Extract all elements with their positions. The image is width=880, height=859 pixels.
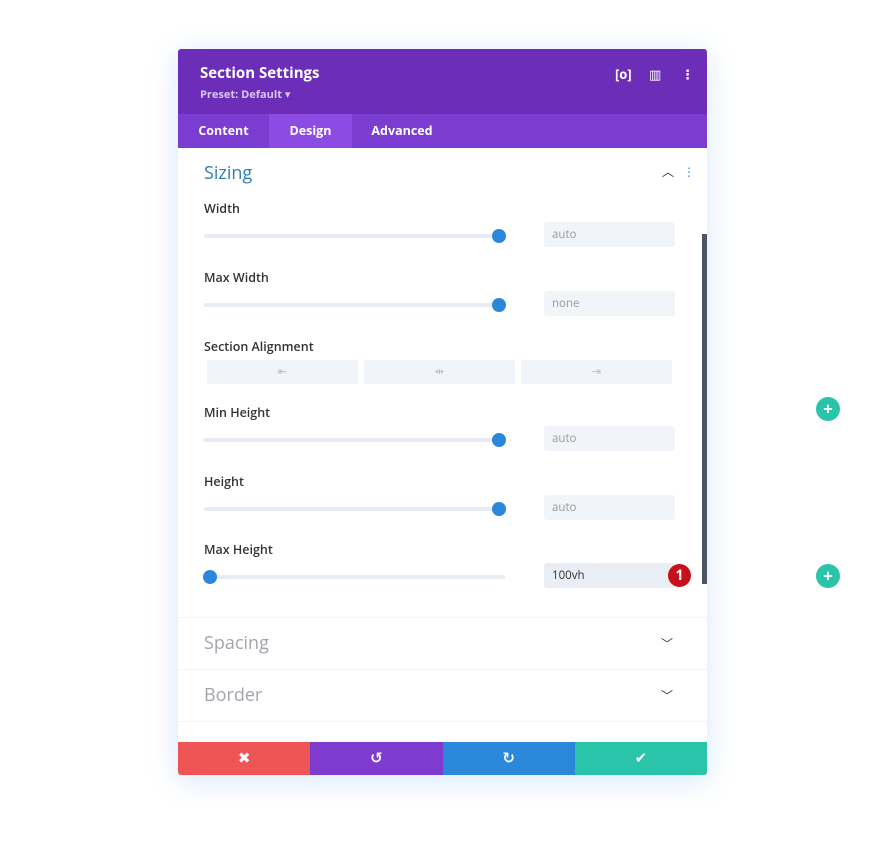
focus-icon[interactable]: [o]: [615, 65, 632, 83]
scrollbar[interactable]: [702, 234, 707, 584]
width-input[interactable]: auto: [544, 222, 675, 247]
redo-button[interactable]: ↻: [442, 742, 575, 775]
min-height-slider[interactable]: [204, 433, 506, 447]
tab-advanced[interactable]: Advanced: [352, 114, 452, 148]
divider: [178, 617, 707, 618]
height-input[interactable]: auto: [544, 495, 675, 520]
modal-title: Section Settings: [200, 63, 320, 83]
border-section-title[interactable]: Border: [204, 683, 262, 707]
section-more-icon[interactable]: ⋮: [683, 163, 695, 180]
slider-thumb[interactable]: [492, 229, 506, 243]
align-center-button[interactable]: ⇹: [364, 360, 515, 384]
section-settings-modal: Section Settings Preset: Default ▾ [o] ▥…: [178, 49, 707, 775]
step-badge: 1: [668, 564, 691, 587]
width-slider[interactable]: [204, 229, 506, 243]
max-width-label: Max Width: [204, 269, 269, 286]
tab-content[interactable]: Content: [178, 114, 269, 148]
modal-header: Section Settings Preset: Default ▾ [o] ▥…: [178, 49, 707, 114]
max-height-slider[interactable]: [203, 570, 505, 584]
height-slider[interactable]: [204, 502, 506, 516]
slider-thumb[interactable]: [203, 570, 217, 584]
slider-thumb[interactable]: [492, 433, 506, 447]
section-alignment-label: Section Alignment: [204, 338, 314, 355]
align-left-button[interactable]: ⇤: [207, 360, 358, 384]
settings-body: Sizing ︿ ⋮ Width auto Max Width none Sec…: [178, 148, 707, 742]
divider: [178, 721, 707, 722]
max-width-input[interactable]: none: [544, 291, 675, 316]
divider: [178, 669, 707, 670]
tab-design[interactable]: Design: [269, 114, 352, 148]
undo-button[interactable]: ↺: [310, 742, 443, 775]
save-button[interactable]: ✔: [574, 742, 707, 775]
add-row-button[interactable]: +: [816, 564, 840, 588]
cancel-button[interactable]: ✖: [178, 742, 311, 775]
modal-footer: ✖ ↺ ↻ ✔: [178, 742, 707, 775]
tab-bar: Content Design Advanced: [178, 114, 707, 148]
split-view-icon[interactable]: ▥: [649, 65, 661, 83]
height-label: Height: [204, 473, 244, 490]
align-right-button[interactable]: ⇥: [521, 360, 672, 384]
preset-dropdown[interactable]: Preset: Default ▾: [200, 87, 290, 102]
add-row-button[interactable]: +: [816, 397, 840, 421]
slider-thumb[interactable]: [492, 298, 506, 312]
chevron-up-icon[interactable]: ︿: [662, 163, 674, 180]
max-width-slider[interactable]: [204, 298, 506, 312]
chevron-down-icon[interactable]: ﹀: [661, 635, 673, 652]
sizing-section-title[interactable]: Sizing: [204, 161, 252, 185]
max-height-input[interactable]: 100vh: [544, 563, 675, 588]
slider-thumb[interactable]: [492, 502, 506, 516]
chevron-down-icon[interactable]: ﹀: [661, 687, 673, 704]
min-height-input[interactable]: auto: [544, 426, 675, 451]
more-icon[interactable]: ⋮: [681, 65, 694, 83]
min-height-label: Min Height: [204, 404, 271, 421]
max-height-label: Max Height: [204, 541, 273, 558]
spacing-section-title[interactable]: Spacing: [204, 631, 269, 655]
width-label: Width: [204, 200, 240, 217]
